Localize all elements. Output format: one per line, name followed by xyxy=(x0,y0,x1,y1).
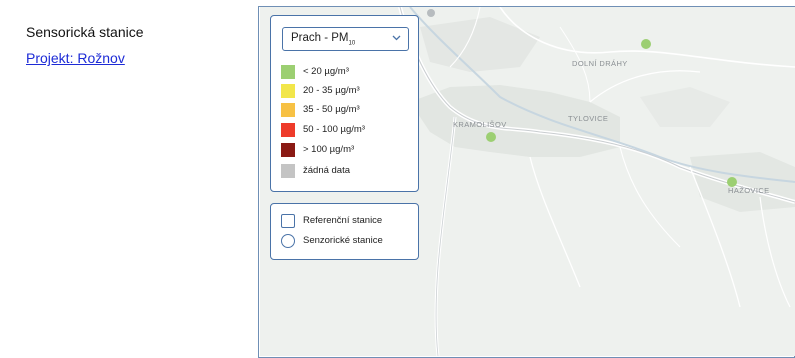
legend-swatch xyxy=(281,103,295,117)
place-label-kramolisov: KRAMOLIŠOV xyxy=(453,120,507,129)
sensor-station-marker[interactable] xyxy=(727,177,737,187)
legend-swatch xyxy=(281,84,295,98)
place-label-tylovice: TYLOVICE xyxy=(568,114,609,123)
checkbox[interactable] xyxy=(281,214,295,228)
legend-label: 50 - 100 µg/m³ xyxy=(303,124,365,135)
pollutant-select[interactable]: Prach - PM10 xyxy=(282,27,409,51)
place-label-dolni-drahy: DOLNÍ DRÁHY xyxy=(572,59,628,68)
layers-panel: Referenční stanice Senzorické stanice xyxy=(270,203,419,260)
sensor-station-marker[interactable] xyxy=(641,39,651,49)
sidebar: Sensorická stanice Projekt: Rožnov xyxy=(9,6,259,358)
legend-label: < 20 µg/m³ xyxy=(303,66,349,77)
layer-label: Senzorické stanice xyxy=(303,235,383,246)
legend-swatch xyxy=(281,123,295,137)
legend-label: 35 - 50 µg/m³ xyxy=(303,104,360,115)
project-link[interactable]: Projekt: Rožnov xyxy=(26,50,125,66)
chevron-down-icon xyxy=(392,35,401,41)
sensor-station-marker[interactable] xyxy=(486,132,496,142)
legend-label: 20 - 35 µg/m³ xyxy=(303,85,360,96)
legend-label: žádná data xyxy=(303,165,351,176)
legend-swatch xyxy=(281,143,295,157)
sidebar-title: Sensorická stanice xyxy=(26,24,144,40)
legend-swatch xyxy=(281,65,295,79)
radio-circle[interactable] xyxy=(281,234,295,248)
pollutant-select-value: Prach - PM10 xyxy=(291,32,356,47)
legend-panel: Prach - PM10 < 20 µg/m³ 20 - 35 µg/m³ 35… xyxy=(270,15,419,192)
legend-swatch xyxy=(281,164,295,178)
layer-label: Referenční stanice xyxy=(303,215,383,226)
legend-label: > 100 µg/m³ xyxy=(303,144,355,155)
place-label-hazovice: HAŽOVICE xyxy=(728,186,770,195)
